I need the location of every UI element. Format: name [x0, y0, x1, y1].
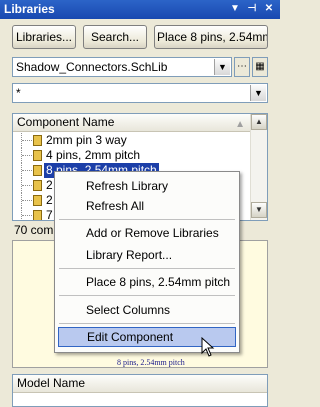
list-item[interactable]: 2mm pin 3 way: [13, 133, 251, 148]
menu-item-library-report[interactable]: Library Report...: [58, 245, 236, 265]
menu-separator: [59, 295, 235, 296]
component-icon: [33, 135, 42, 146]
component-name-column-header[interactable]: Component Name ▲: [13, 114, 251, 132]
mouse-pointer-icon: [201, 337, 215, 357]
component-icon: [33, 180, 42, 191]
dropdown-icon[interactable]: ▼: [228, 2, 242, 16]
component-icon: [33, 150, 42, 161]
menu-item-refresh-all[interactable]: Refresh All: [58, 196, 236, 216]
menu-separator: [59, 219, 235, 220]
menu-separator: [59, 268, 235, 269]
component-icon: [33, 165, 42, 176]
model-name-column-header[interactable]: Model Name: [13, 375, 267, 393]
library-select-value: Shadow_Connectors.SchLib: [16, 60, 168, 74]
chevron-down-icon[interactable]: ▼: [250, 85, 266, 101]
list-item[interactable]: 4 pins, 2mm pitch: [13, 148, 251, 163]
component-icon: [33, 195, 42, 206]
more-options-button[interactable]: ⋯: [234, 57, 250, 77]
menu-item-place-component[interactable]: Place 8 pins, 2.54mm pitch: [58, 272, 236, 292]
component-icon: [33, 210, 42, 220]
model-list[interactable]: Model Name: [12, 374, 268, 407]
menu-item-refresh-library[interactable]: Refresh Library: [58, 176, 236, 196]
chevron-down-icon[interactable]: ▼: [214, 59, 230, 75]
sort-ascending-icon: ▲: [235, 119, 245, 130]
preview-caption: 8 pins, 2.54mm pitch: [117, 358, 185, 367]
pin-icon[interactable]: ⊣: [245, 2, 259, 16]
scroll-up-icon[interactable]: ▲: [251, 114, 267, 130]
vertical-scrollbar[interactable]: ▲ ▼: [250, 114, 267, 220]
menu-item-add-remove-libraries[interactable]: Add or Remove Libraries: [58, 223, 236, 243]
menu-separator: [59, 323, 235, 324]
menu-item-select-columns[interactable]: Select Columns: [58, 300, 236, 320]
library-select[interactable]: Shadow_Connectors.SchLib ▼: [12, 57, 232, 77]
place-component-button[interactable]: Place 8 pins, 2.54mm pitch: [154, 25, 268, 49]
filter-select-value: *: [16, 86, 21, 100]
library-options-icon[interactable]: ▦: [252, 57, 268, 77]
close-icon[interactable]: ✕: [262, 2, 276, 16]
filter-select[interactable]: * ▼: [12, 83, 268, 103]
search-button[interactable]: Search...: [83, 25, 147, 49]
libraries-button[interactable]: Libraries...: [12, 25, 76, 49]
panel-title-bar: Libraries ▼ ⊣ ✕: [0, 0, 280, 19]
context-menu: Refresh Library Refresh All Add or Remov…: [54, 171, 240, 353]
panel-title: Libraries: [4, 2, 55, 16]
scroll-down-icon[interactable]: ▼: [251, 202, 267, 218]
